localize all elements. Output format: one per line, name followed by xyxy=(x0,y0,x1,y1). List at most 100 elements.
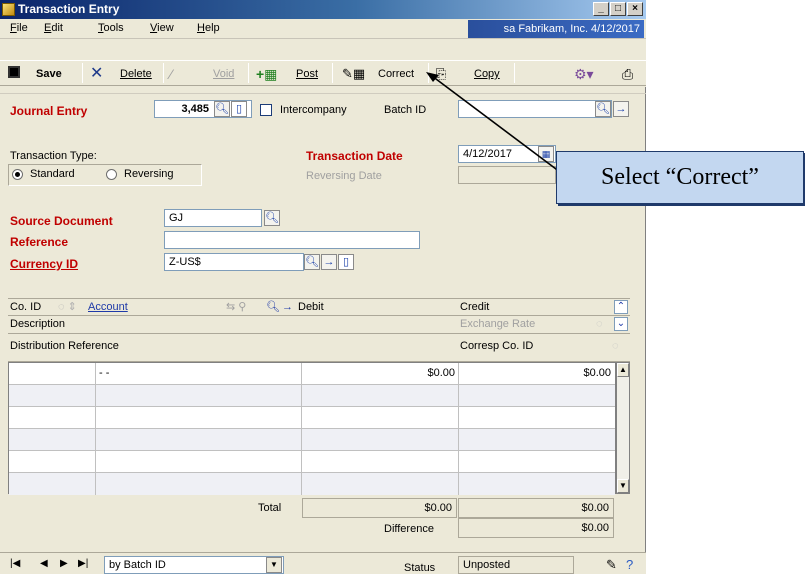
collapse-rows-icon[interactable]: ⌃ xyxy=(614,300,628,314)
next-record-icon[interactable]: ▶ xyxy=(60,558,68,569)
transaction-date-label: Transaction Date xyxy=(306,149,403,163)
transaction-type-label: Transaction Type: xyxy=(10,150,97,162)
previous-record-icon[interactable]: ◀ xyxy=(40,558,48,569)
currency-go-icon[interactable]: → xyxy=(321,254,337,270)
col-coid: Co. ID xyxy=(10,301,42,313)
coid-lookup-icon: ◌ ⇕ xyxy=(58,301,77,313)
total-credit: $0.00 xyxy=(458,498,614,518)
app-icon xyxy=(2,3,15,16)
close-button[interactable]: × xyxy=(627,2,643,16)
title-bar: Transaction Entry _ □ × xyxy=(0,0,646,19)
delete-icon: ✕ xyxy=(90,65,104,82)
grid-header-row-2: Description Exchange Rate ◌ ⌄ xyxy=(8,316,630,334)
col-distribution-reference: Distribution Reference xyxy=(10,340,119,352)
last-record-icon[interactable]: ▶| xyxy=(78,558,88,569)
delete-button[interactable]: Delete xyxy=(120,66,152,82)
col-corresp-coid: Corresp Co. ID xyxy=(460,340,534,352)
post-icon: +▦ xyxy=(256,66,278,82)
reference-field[interactable] xyxy=(164,231,420,249)
window-title: Transaction Entry xyxy=(18,2,120,16)
help-icon[interactable]: ? xyxy=(626,557,633,572)
transaction-entry-window: Transaction Entry _ □ × File Edit Tools … xyxy=(0,0,646,574)
callout-box: Select “Correct” xyxy=(556,151,804,204)
maximize-button[interactable]: □ xyxy=(610,2,626,16)
reversing-label: Reversing xyxy=(124,168,174,180)
exchange-rate-lookup-icon: ◌ xyxy=(596,318,603,330)
row-credit[interactable]: $0.00 xyxy=(461,363,611,383)
calendar-icon[interactable]: ▦ xyxy=(538,146,554,162)
company-banner: sa Fabrikam, Inc. 4/12/2017 xyxy=(468,20,644,38)
menu-bar: File Edit Tools View Help sa Fabrikam, I… xyxy=(0,19,646,39)
account-lookup-icon[interactable]: 🔍︎ xyxy=(266,299,280,316)
batch-id-label: Batch ID xyxy=(384,104,427,116)
col-exchange-rate: Exchange Rate xyxy=(460,318,536,330)
journal-entry-new-icon[interactable]: ▯ xyxy=(231,101,247,117)
grid-header-row-1: Co. ID ◌ ⇕ Account ⇆ ⚲ 🔍︎ → Debit Credit… xyxy=(8,298,630,316)
sort-dropdown-icon[interactable]: ▼ xyxy=(266,557,282,573)
total-label: Total xyxy=(258,502,282,514)
minimize-button[interactable]: _ xyxy=(593,2,609,16)
scroll-up-icon[interactable]: ▲ xyxy=(617,363,629,377)
currency-lookup-icon[interactable]: 🔍︎ xyxy=(304,254,320,270)
table-row[interactable] xyxy=(9,429,615,451)
correct-icon: ✎▦ xyxy=(342,66,366,81)
corresp-lookup-icon: ◌ xyxy=(612,340,619,352)
journal-entry-label: Journal Entry xyxy=(10,104,88,118)
standard-radio[interactable] xyxy=(12,169,23,180)
currency-id-field[interactable]: Z-US$ xyxy=(164,253,304,271)
account-expand-icon: ⇆ ⚲ xyxy=(226,301,247,313)
batch-id-lookup-icon[interactable]: 🔍︎ xyxy=(595,101,611,117)
reversing-radio[interactable] xyxy=(106,169,117,180)
col-account[interactable]: Account xyxy=(88,299,128,316)
menu-view[interactable]: View xyxy=(150,22,174,34)
menu-help[interactable]: Help xyxy=(197,22,220,34)
table-row[interactable] xyxy=(9,385,615,407)
table-row[interactable] xyxy=(9,473,615,495)
col-credit: Credit xyxy=(460,301,490,313)
copy-button[interactable]: Copy xyxy=(474,66,500,82)
void-button[interactable]: Void xyxy=(213,66,234,82)
batch-id-field[interactable] xyxy=(458,100,612,118)
grid-scrollbar[interactable]: ▲ ▼ xyxy=(616,362,630,494)
reversing-date-field xyxy=(458,166,556,184)
currency-id-label[interactable]: Currency ID xyxy=(10,257,78,271)
total-debit: $0.00 xyxy=(302,498,457,518)
first-record-icon[interactable]: |◀ xyxy=(10,558,20,569)
post-button[interactable]: Post xyxy=(296,66,318,82)
table-row[interactable] xyxy=(9,451,615,473)
correct-button[interactable]: Correct xyxy=(378,66,414,82)
difference-value: $0.00 xyxy=(458,518,614,538)
col-description: Description xyxy=(10,318,66,330)
scroll-down-icon[interactable]: ▼ xyxy=(617,479,629,493)
col-debit: Debit xyxy=(298,301,324,313)
journal-entry-lookup-icon[interactable]: 🔍︎ xyxy=(214,101,230,117)
currency-new-icon[interactable]: ▯ xyxy=(338,254,354,270)
menu-file[interactable]: File xyxy=(10,22,28,34)
save-icon xyxy=(8,66,20,78)
intercompany-label: Intercompany xyxy=(280,104,347,116)
save-button[interactable]: Save xyxy=(36,66,62,82)
expand-rows-icon[interactable]: ⌄ xyxy=(614,317,628,331)
grid-header-row-3: Distribution Reference Corresp Co. ID ◌ xyxy=(8,334,630,362)
note-icon[interactable]: ✎ xyxy=(606,557,617,573)
row-account[interactable]: - - xyxy=(99,363,109,383)
menu-edit[interactable]: Edit xyxy=(44,22,63,34)
account-go-icon[interactable]: → xyxy=(282,299,293,316)
standard-label: Standard xyxy=(30,168,75,180)
reversing-date-label: Reversing Date xyxy=(306,170,382,182)
table-row[interactable]: - - $0.00 $0.00 xyxy=(9,363,615,385)
status-label: Status xyxy=(404,562,436,574)
status-value: Unposted xyxy=(458,556,574,574)
menu-tools[interactable]: Tools xyxy=(98,22,124,34)
source-document-field[interactable]: GJ xyxy=(164,209,262,227)
row-debit[interactable]: $0.00 xyxy=(305,363,455,383)
sort-select[interactable]: by Batch ID xyxy=(104,556,284,574)
source-document-label: Source Document xyxy=(10,214,113,228)
options-icon[interactable]: ⚙▾ xyxy=(574,66,594,82)
source-document-lookup-icon[interactable]: 🔍︎ xyxy=(264,210,280,226)
print-icon[interactable]: ⎙ xyxy=(622,66,633,82)
table-row[interactable] xyxy=(9,407,615,429)
distribution-grid: - - $0.00 $0.00 xyxy=(8,362,616,495)
intercompany-checkbox[interactable] xyxy=(260,104,272,116)
batch-id-go-icon[interactable]: → xyxy=(613,101,629,117)
